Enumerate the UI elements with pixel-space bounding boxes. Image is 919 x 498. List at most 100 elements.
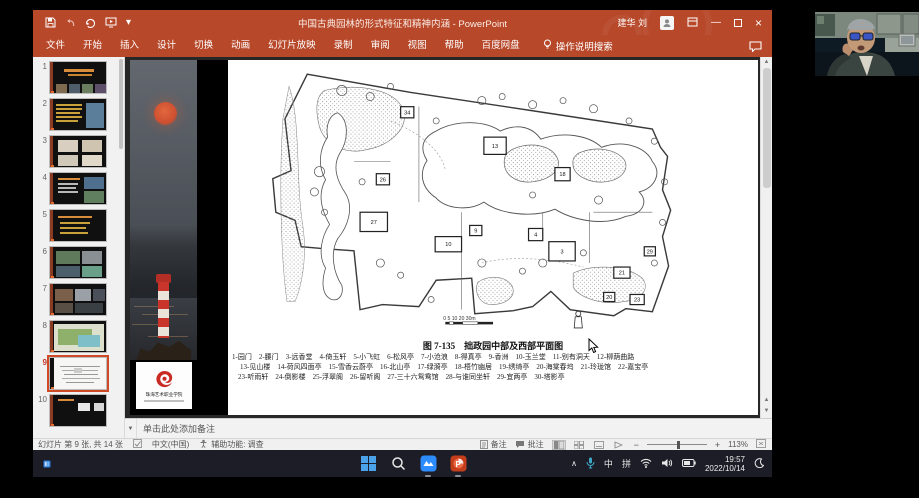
svg-text:34: 34 [404, 110, 410, 116]
status-bar: 幻灯片 第 9 张, 共 14 张 中文(中国) 辅助功能: 调查 备注 批注 [33, 438, 772, 450]
ribbon-tab-插入[interactable]: 插入 [111, 35, 148, 57]
svg-text:27: 27 [371, 220, 377, 226]
comments-icon[interactable] [749, 39, 762, 57]
scrollbar-thumb[interactable] [763, 68, 771, 188]
sun-image [154, 102, 177, 125]
presenter-webcam-video[interactable] [815, 12, 919, 76]
normal-view-button[interactable] [552, 440, 566, 450]
ime-pinyin-indicator[interactable]: 拼 [622, 457, 631, 470]
thumbnail-number: 5 [35, 209, 47, 219]
spell-check-icon[interactable] [133, 439, 142, 450]
ribbon-tab-录制[interactable]: 录制 [325, 35, 362, 57]
redo-icon[interactable] [85, 18, 96, 28]
tell-me-label: 操作说明搜索 [556, 39, 613, 53]
save-icon[interactable] [45, 17, 56, 28]
notes-toggle[interactable]: 备注 [480, 439, 507, 450]
zoom-in-button[interactable]: + [715, 440, 720, 450]
notes-placeholder[interactable]: 单击此处添加备注 [137, 422, 215, 435]
scroll-up-icon[interactable]: ▲ [764, 59, 770, 65]
slide-counter: 幻灯片 第 9 张, 共 14 张 [38, 439, 123, 450]
fit-to-window-icon[interactable] [756, 439, 766, 450]
svg-text:0 5 10 20 30m: 0 5 10 20 30m [443, 316, 475, 322]
meeting-app-icon[interactable] [419, 455, 437, 473]
ribbon-display-options-icon[interactable] [687, 14, 698, 32]
ribbon-tab-文件[interactable]: 文件 [37, 35, 74, 57]
mouse-cursor [588, 338, 599, 354]
slide-thumbnail-10[interactable]: 10 [35, 394, 116, 427]
zoom-level[interactable]: 113% [728, 440, 748, 449]
taskbar-clock[interactable]: 19:57 2022/10/14 [705, 455, 745, 473]
ribbon-tab-帮助[interactable]: 帮助 [436, 35, 473, 57]
slide-thumbnail-8[interactable]: 8 [35, 320, 116, 353]
zoom-slider[interactable] [647, 440, 707, 450]
thumbnail-image[interactable] [49, 135, 107, 168]
thumbnail-image[interactable] [49, 394, 107, 427]
thumbnail-scrollbar[interactable] [118, 57, 124, 438]
tell-me-search[interactable]: 操作说明搜索 [543, 39, 613, 53]
ribbon-tab-开始[interactable]: 开始 [74, 35, 111, 57]
search-icon[interactable] [389, 455, 407, 473]
slide-thumbnail-9[interactable]: 9 [35, 357, 116, 390]
microphone-icon[interactable] [586, 457, 595, 471]
language-status[interactable]: 中文(中国) [152, 439, 189, 450]
focus-assist-moon-icon[interactable] [754, 458, 764, 470]
start-button[interactable] [359, 455, 377, 473]
previous-slide-icon[interactable]: ▲ [764, 397, 770, 403]
ribbon-tab-幻灯片放映[interactable]: 幻灯片放映 [259, 35, 325, 57]
presenter-scene [815, 12, 919, 76]
thumbnail-image[interactable] [49, 246, 107, 279]
minimize-button[interactable]: — [711, 18, 721, 28]
slide-thumbnail-1[interactable]: 1 [35, 61, 116, 94]
wifi-icon[interactable] [640, 458, 652, 470]
slide-sorter-view-button[interactable] [572, 440, 586, 450]
ribbon-tab-切换[interactable]: 切换 [185, 35, 222, 57]
zoom-out-button[interactable]: − [634, 440, 639, 450]
thumbnail-image[interactable] [49, 172, 107, 205]
ribbon-tab-动画[interactable]: 动画 [222, 35, 259, 57]
notes-collapse-icon[interactable]: ▼ [125, 419, 137, 438]
thumbnail-image[interactable] [49, 283, 107, 316]
comments-toggle[interactable]: 批注 [515, 439, 544, 450]
slideshow-view-button[interactable] [612, 440, 626, 450]
slide-thumbnail-3[interactable]: 3 [35, 135, 116, 168]
accessibility-status[interactable]: 辅助功能: 调查 [211, 439, 263, 450]
slide-thumbnail-7[interactable]: 7 [35, 283, 116, 316]
lightbulb-icon [543, 39, 552, 53]
slide-thumbnail-4[interactable]: 4 [35, 172, 116, 205]
slide-thumbnail-6[interactable]: 6 [35, 246, 116, 279]
powerpoint-taskbar-icon[interactable]: P [449, 455, 467, 473]
slide-canvas[interactable]: 珠海艺术职业学院 [130, 60, 758, 415]
thumbnail-image[interactable] [49, 209, 107, 242]
restore-button[interactable] [734, 14, 742, 32]
logo-swirl-icon [153, 369, 175, 389]
svg-text:26: 26 [380, 177, 386, 183]
editor-vertical-scrollbar[interactable]: ▲ ▲ ▼ [760, 57, 772, 418]
hidden-icons-chevron[interactable]: ∧ [571, 459, 577, 468]
ribbon-tab-百度网盘[interactable]: 百度网盘 [473, 35, 529, 57]
reading-view-button[interactable] [592, 440, 606, 450]
svg-text:21: 21 [619, 271, 625, 277]
close-button[interactable]: × [755, 17, 762, 29]
slide-thumbnail-2[interactable]: 2 [35, 98, 116, 131]
qat-dropdown-icon[interactable]: ▾ [126, 18, 131, 28]
next-slide-icon[interactable]: ▼ [764, 408, 770, 414]
thumbnail-image[interactable] [49, 98, 107, 131]
account-name[interactable]: 建华 刘 [617, 16, 647, 29]
ribbon-tab-审阅[interactable]: 审阅 [362, 35, 399, 57]
figure-caption: 图 7-135 拙政园中部及西部平面图 [228, 339, 758, 352]
view-switcher [552, 440, 626, 450]
thumbnail-image[interactable] [49, 320, 107, 353]
start-slideshow-icon[interactable] [105, 17, 117, 28]
ribbon-tab-设计[interactable]: 设计 [148, 35, 185, 57]
widgets-icon[interactable] [33, 455, 51, 473]
volume-icon[interactable] [661, 458, 673, 470]
slide-thumbnail-5[interactable]: 5 [35, 209, 116, 242]
undo-icon[interactable] [65, 18, 76, 28]
thumbnail-image[interactable] [49, 357, 107, 390]
notes-pane[interactable]: ▼ 单击此处添加备注 [125, 418, 772, 438]
battery-icon[interactable] [682, 459, 696, 469]
ribbon-tab-视图[interactable]: 视图 [399, 35, 436, 57]
thumbnail-image[interactable] [49, 61, 107, 94]
account-avatar[interactable] [660, 16, 674, 30]
ime-chinese-indicator[interactable]: 中 [604, 457, 613, 470]
